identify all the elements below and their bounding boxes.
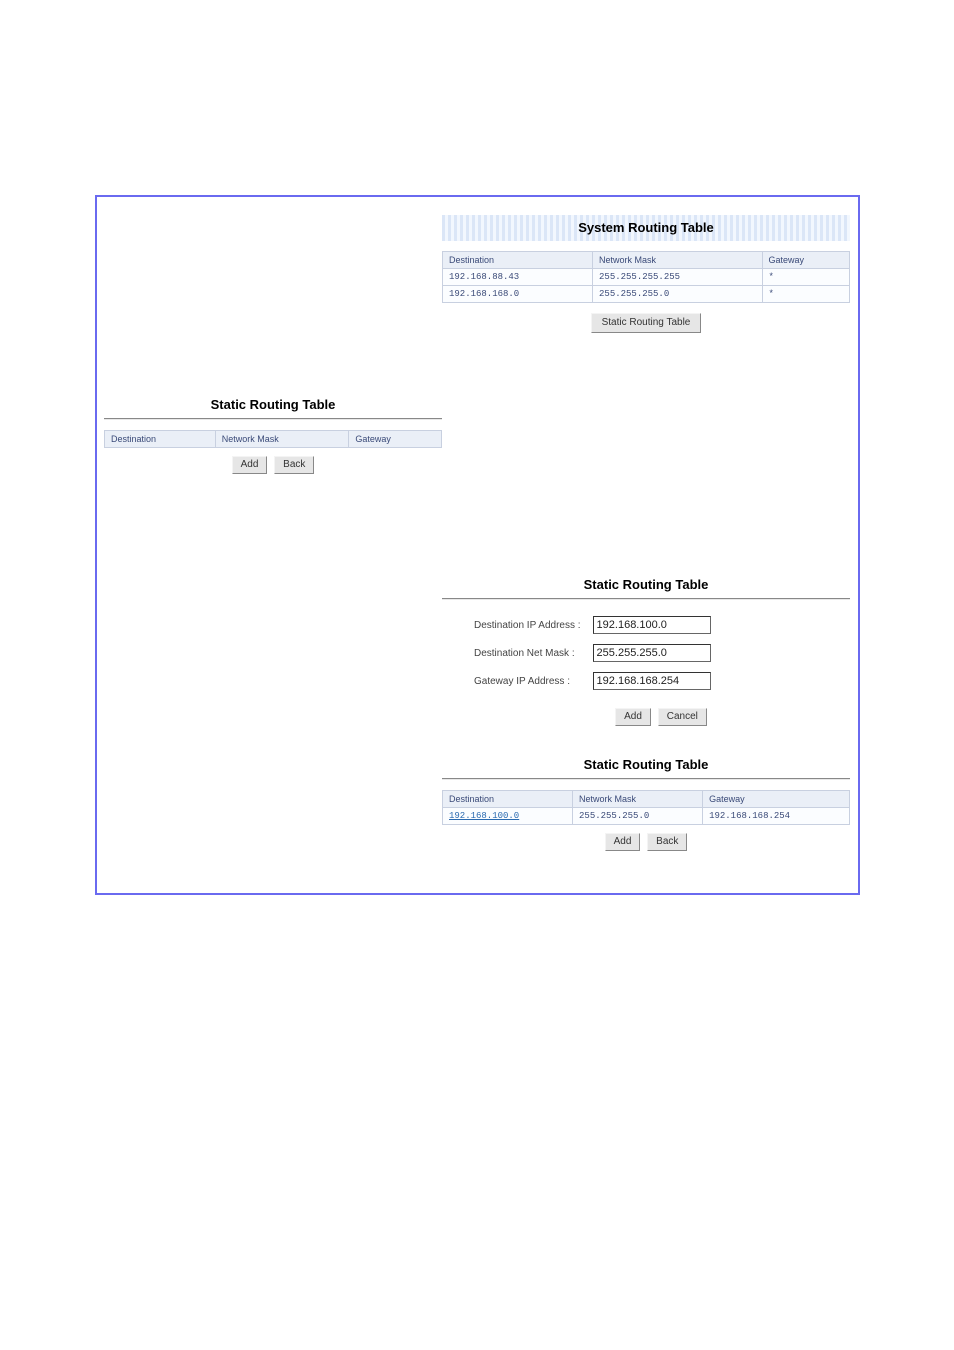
add-button[interactable]: Add	[605, 833, 641, 851]
gateway-ip-input[interactable]	[593, 672, 711, 690]
cell-gateway: 192.168.168.254	[703, 808, 850, 825]
table-row: 192.168.168.0 255.255.255.0 *	[443, 286, 850, 303]
cancel-button[interactable]: Cancel	[658, 708, 707, 726]
col-gateway: Gateway	[762, 252, 850, 269]
system-routing-pane: System Routing Table Destination Network…	[442, 215, 850, 333]
col-destination: Destination	[443, 791, 573, 808]
col-gateway: Gateway	[349, 431, 442, 448]
table-row: 192.168.100.0 255.255.255.0 192.168.168.…	[443, 808, 850, 825]
cell-mask: 255.255.255.0	[573, 808, 703, 825]
col-gateway: Gateway	[703, 791, 850, 808]
destination-ip-input[interactable]	[593, 616, 711, 634]
table-header-row: Destination Network Mask Gateway	[105, 431, 442, 448]
static-routing-result-pane: Static Routing Table Destination Network…	[442, 757, 850, 851]
cell-gateway: *	[762, 286, 850, 303]
col-destination: Destination	[443, 252, 593, 269]
col-network-mask: Network Mask	[215, 431, 349, 448]
static-routing-empty-table: Destination Network Mask Gateway	[104, 430, 442, 448]
add-button[interactable]: Add	[232, 456, 268, 474]
divider	[104, 418, 442, 420]
add-button[interactable]: Add	[615, 708, 651, 726]
system-routing-title: System Routing Table	[578, 220, 714, 235]
cell-destination: 192.168.88.43	[443, 269, 593, 286]
back-button[interactable]: Back	[274, 456, 314, 474]
static-routing-result-title: Static Routing Table	[442, 757, 850, 772]
static-routing-form: Destination IP Address : Destination Net…	[472, 610, 713, 696]
table-header-row: Destination Network Mask Gateway	[443, 252, 850, 269]
table-header-row: Destination Network Mask Gateway	[443, 791, 850, 808]
system-routing-titlebar: System Routing Table	[442, 215, 850, 241]
cell-gateway: *	[762, 269, 850, 286]
col-network-mask: Network Mask	[593, 252, 762, 269]
destination-mask-input[interactable]	[593, 644, 711, 662]
divider	[442, 598, 850, 600]
static-routing-empty-pane: Static Routing Table Destination Network…	[104, 397, 442, 474]
label-destination-ip: Destination IP Address :	[474, 612, 591, 638]
cell-mask: 255.255.255.0	[593, 286, 762, 303]
static-routing-result-table: Destination Network Mask Gateway 192.168…	[442, 790, 850, 825]
col-destination: Destination	[105, 431, 216, 448]
back-button[interactable]: Back	[647, 833, 687, 851]
label-gateway-ip: Gateway IP Address :	[474, 668, 591, 694]
cell-destination: 192.168.168.0	[443, 286, 593, 303]
divider	[442, 778, 850, 780]
cell-mask: 255.255.255.255	[593, 269, 762, 286]
static-routing-table-button[interactable]: Static Routing Table	[591, 313, 702, 333]
static-routing-form-title: Static Routing Table	[442, 577, 850, 592]
page: System Routing Table Destination Network…	[0, 0, 954, 1350]
col-network-mask: Network Mask	[573, 791, 703, 808]
static-routing-form-pane: Static Routing Table Destination IP Addr…	[442, 577, 850, 726]
static-routing-empty-title: Static Routing Table	[104, 397, 442, 412]
table-row: 192.168.88.43 255.255.255.255 *	[443, 269, 850, 286]
cell-destination-link[interactable]: 192.168.100.0	[443, 808, 573, 825]
system-routing-table: Destination Network Mask Gateway 192.168…	[442, 251, 850, 303]
label-destination-mask: Destination Net Mask :	[474, 640, 591, 666]
content-frame: System Routing Table Destination Network…	[95, 195, 860, 895]
